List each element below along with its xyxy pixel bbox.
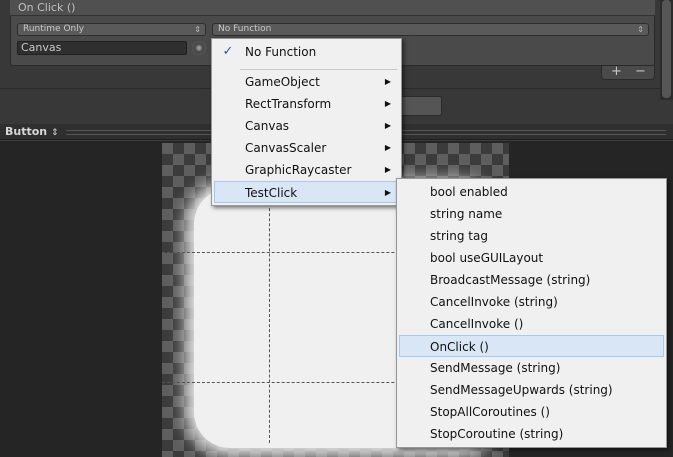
function-value: No Function [218, 24, 272, 34]
scrollbar-thumb[interactable] [662, 0, 671, 98]
submenu-item[interactable]: BroadcastMessage (string) [399, 269, 664, 291]
submenu-arrow-icon: ▶ [384, 143, 391, 152]
event-header: On Click () [10, 0, 655, 16]
list-add-remove: + − [601, 64, 655, 80]
submenu-item[interactable]: bool useGUILayout [399, 247, 664, 269]
add-listener-button[interactable]: + [611, 64, 622, 79]
object-picker-icon[interactable]: ◉ [192, 41, 206, 55]
submenu-arrow-icon: ▶ [384, 121, 391, 130]
menu-item-testclick[interactable]: TestClick ▶ [214, 181, 399, 203]
submenu-item[interactable]: CancelInvoke (string) [399, 291, 664, 313]
submenu-item[interactable]: string tag [399, 225, 664, 247]
inspector-scrollbar[interactable] [660, 0, 673, 100]
call-state-dropdown[interactable]: Runtime Only ⇕ [17, 23, 206, 36]
menu-item-gameobject[interactable]: GameObject ▶ [214, 71, 399, 93]
menu-item-canvas[interactable]: Canvas ▶ [214, 115, 399, 137]
dropdown-arrow-icon: ⇕ [194, 25, 201, 34]
submenu-item[interactable]: StopCoroutine (string) [399, 423, 664, 445]
submenu-arrow-icon: ▶ [384, 77, 391, 86]
submenu-item[interactable]: SendMessage (string) [399, 357, 664, 379]
function-dropdown-menu: ✓ No Function GameObject ▶ RectTransform… [211, 38, 402, 206]
submenu-item-onclick[interactable]: OnClick () [399, 335, 664, 357]
submenu-arrow-icon: ▶ [384, 188, 391, 197]
menu-item-no-function[interactable]: ✓ No Function [214, 41, 399, 63]
menu-separator [240, 69, 397, 70]
call-state-value: Runtime Only [23, 24, 85, 34]
testclick-submenu: bool enabled string name string tag bool… [396, 178, 667, 448]
submenu-arrow-icon: ▶ [384, 165, 391, 174]
submenu-item[interactable]: StopAllCoroutines () [399, 401, 664, 423]
menu-item-recttransform[interactable]: RectTransform ▶ [214, 93, 399, 115]
checkmark-icon: ✓ [222, 44, 234, 59]
target-object-field[interactable]: Canvas [17, 41, 187, 55]
menu-item-canvasscaler[interactable]: CanvasScaler ▶ [214, 137, 399, 159]
preview-title: Button ⇕ [5, 125, 59, 138]
function-dropdown[interactable]: No Function ⇕ [212, 23, 649, 36]
remove-listener-button[interactable]: − [635, 64, 646, 79]
submenu-item[interactable]: SendMessageUpwards (string) [399, 379, 664, 401]
submenu-item[interactable]: CancelInvoke () [399, 313, 664, 335]
menu-item-graphicraycaster[interactable]: GraphicRaycaster ▶ [214, 159, 399, 181]
event-title: On Click () [18, 1, 76, 14]
dropdown-arrow-icon: ⇕ [637, 25, 644, 34]
submenu-item[interactable]: bool enabled [399, 181, 664, 203]
submenu-arrow-icon: ▶ [384, 99, 391, 108]
target-object-value: Canvas [21, 41, 62, 54]
slice-guide-left [269, 188, 270, 443]
add-component-button[interactable] [395, 96, 442, 116]
submenu-item[interactable]: string name [399, 203, 664, 225]
